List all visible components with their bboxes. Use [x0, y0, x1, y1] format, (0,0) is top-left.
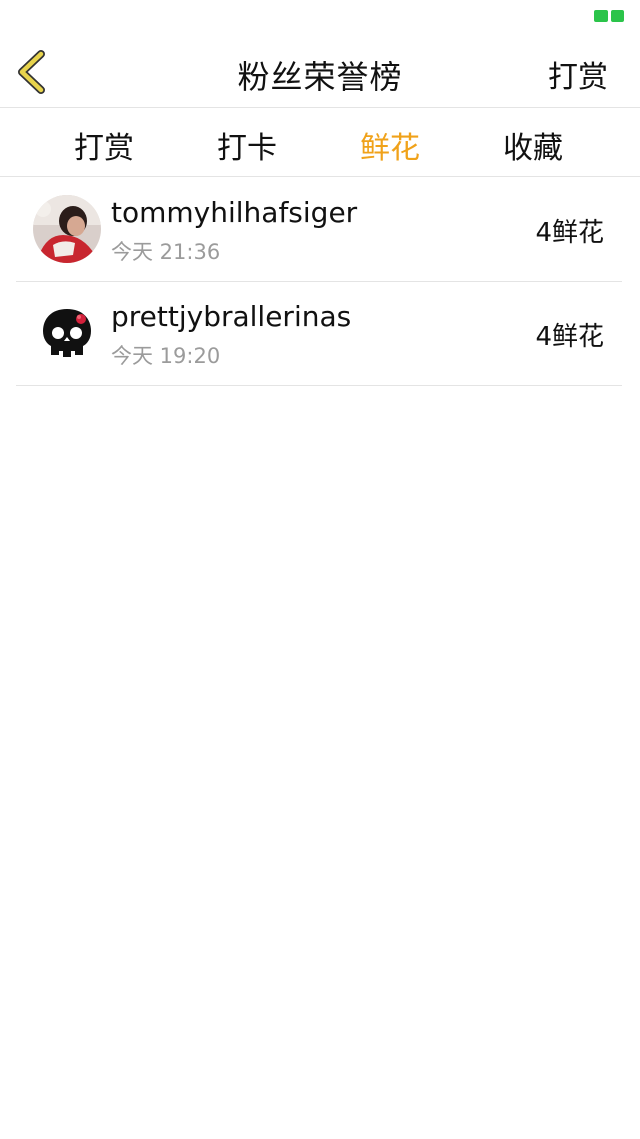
flower-count: 4鲜花 [535, 322, 604, 352]
avatar [33, 195, 101, 263]
fan-list: tommyhilhafsiger 今天 21:36 4鲜花 prettjybra… [16, 178, 622, 386]
reward-button[interactable]: 打赏 [548, 52, 608, 96]
tab-reward[interactable]: 打赏 [74, 123, 134, 167]
nav-bar: 粉丝荣誉榜 打赏 [0, 36, 640, 108]
list-item[interactable]: prettjybrallerinas 今天 19:20 4鲜花 [16, 282, 622, 386]
status-bar [0, 0, 640, 36]
timestamp: 今天 21:36 [111, 240, 221, 264]
list-item[interactable]: tommyhilhafsiger 今天 21:36 4鲜花 [16, 178, 622, 282]
tab-checkin[interactable]: 打卡 [217, 123, 277, 167]
flower-count: 4鲜花 [535, 218, 604, 248]
battery-icon [594, 10, 624, 22]
page-title: 粉丝荣誉榜 [237, 58, 403, 96]
username: prettjybrallerinas [111, 300, 352, 333]
skull-avatar-icon [33, 299, 101, 367]
tab-bar: 打赏 打卡 鲜花 收藏 [0, 109, 640, 177]
timestamp: 今天 19:20 [111, 344, 221, 368]
photo-avatar-icon [33, 195, 101, 263]
tab-favorites[interactable]: 收藏 [503, 123, 563, 167]
username: tommyhilhafsiger [111, 196, 358, 229]
tab-flowers[interactable]: 鲜花 [360, 123, 420, 167]
avatar [33, 299, 101, 367]
